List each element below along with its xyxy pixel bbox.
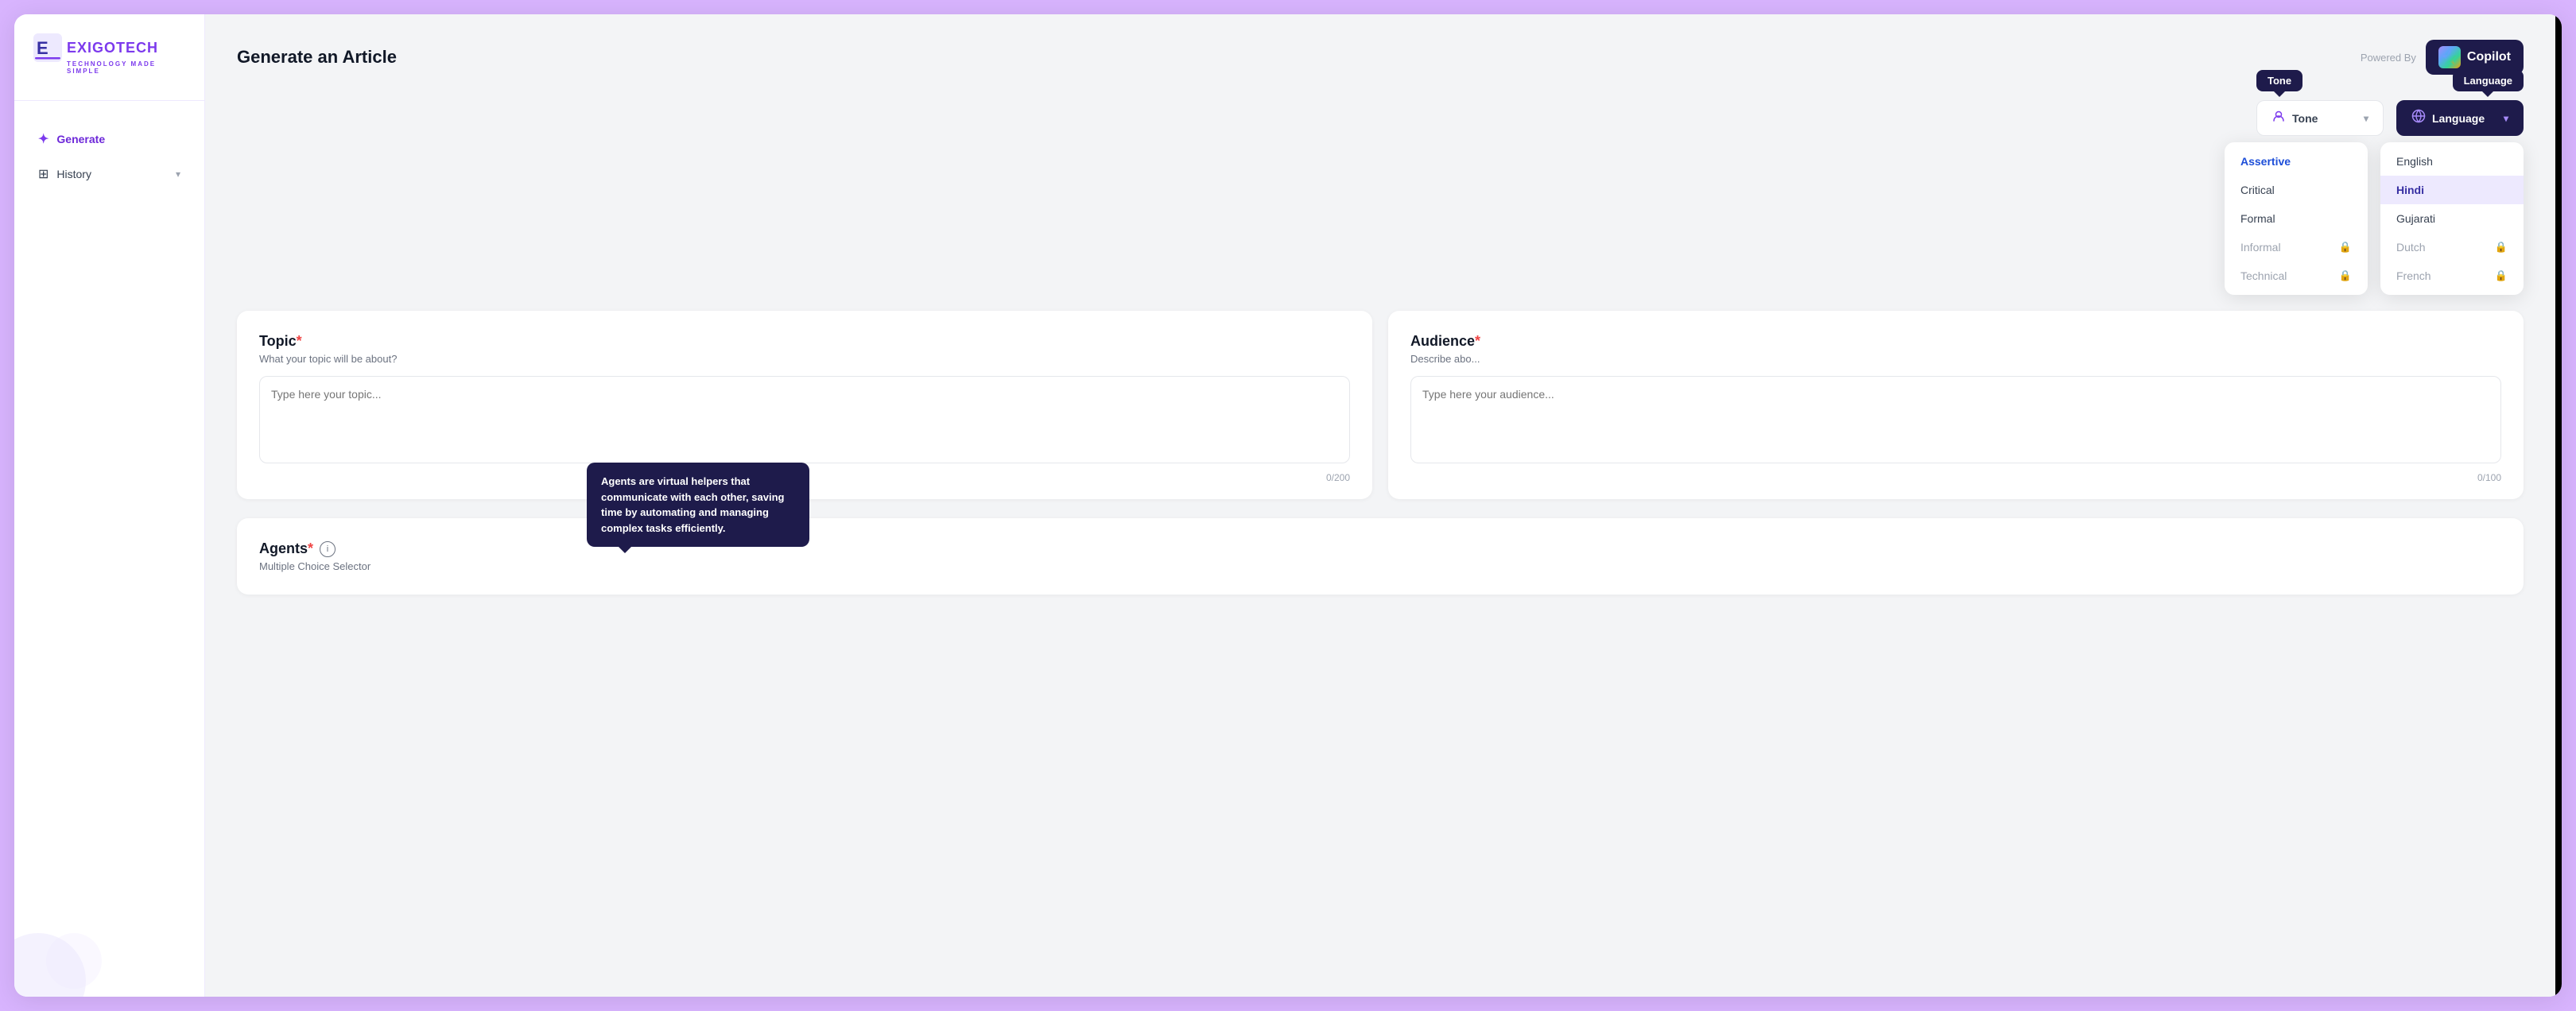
- language-item-gujarati[interactable]: Gujarati: [2380, 204, 2524, 233]
- language-dropdown[interactable]: Language ▾: [2396, 100, 2524, 136]
- copilot-icon: [2438, 46, 2461, 68]
- nav-section: ✦ Generate ⊞ History ▾: [14, 101, 204, 190]
- tone-dropdown[interactable]: Tone ▾: [2256, 100, 2384, 136]
- agents-label: Agents*: [259, 540, 313, 557]
- lock-icon: 🔒: [2495, 269, 2508, 282]
- tone-chevron-icon: ▾: [2364, 113, 2368, 124]
- agents-info-icon[interactable]: i: [320, 541, 336, 557]
- topic-label: Topic*: [259, 333, 1350, 350]
- sidebar-item-generate-label: Generate: [56, 133, 105, 145]
- tone-menu: Assertive Critical Formal Informal 🔒 Tec…: [2225, 142, 2368, 295]
- agents-tooltip: Agents are virtual helpers that communic…: [587, 463, 809, 547]
- logo-icon: E: [33, 33, 62, 62]
- tone-dropdown-label: Tone: [2292, 112, 2318, 125]
- audience-label: Audience*: [1410, 333, 2501, 350]
- agents-sublabel: Multiple Choice Selector: [259, 560, 2501, 572]
- history-icon: ⊞: [38, 166, 48, 182]
- right-bar: [2555, 14, 2562, 997]
- tone-icon: [2271, 109, 2286, 127]
- powered-by-label: Powered By: [2361, 52, 2416, 64]
- tone-tooltip: Tone: [2256, 70, 2302, 91]
- language-item-dutch: Dutch 🔒: [2380, 233, 2524, 261]
- language-menu: English Hindi Gujarati Dutch 🔒 French 🔒: [2380, 142, 2524, 295]
- logo-area: E EXIGOTECH TECHNOLOGY MADE SIMPLE: [14, 33, 204, 101]
- topic-sublabel: What your topic will be about?: [259, 353, 1350, 365]
- language-dropdown-label: Language: [2432, 112, 2485, 125]
- chevron-down-icon: ▾: [176, 168, 180, 180]
- language-item-english[interactable]: English: [2380, 147, 2524, 176]
- agents-section: Agents* i Multiple Choice Selector Agent…: [237, 518, 2524, 595]
- main-content: Generate an Article Powered By: [205, 14, 2555, 997]
- language-item-french: French 🔒: [2380, 261, 2524, 290]
- svg-text:E: E: [37, 38, 48, 58]
- topic-input[interactable]: [259, 376, 1350, 463]
- language-dropdown-area: Language Language ▾: [2396, 100, 2524, 136]
- tone-dropdown-area: Tone Tone ▾: [2256, 100, 2384, 136]
- form-row-topic-audience: Topic* What your topic will be about? 0/…: [237, 311, 2524, 499]
- language-tooltip: Language: [2453, 70, 2524, 91]
- tone-item-technical: Technical 🔒: [2225, 261, 2368, 290]
- logo-subtitle: TECHNOLOGY MADE SIMPLE: [67, 60, 185, 75]
- page-header: Generate an Article Powered By: [237, 40, 2524, 75]
- copilot-label: Copilot: [2467, 50, 2511, 64]
- sidebar: E EXIGOTECH TECHNOLOGY MADE SIMPLE ✦ Gen…: [14, 14, 205, 997]
- sidebar-item-history-label: History: [56, 168, 91, 180]
- audience-card: Audience* Describe abo... 0/100: [1388, 311, 2524, 499]
- tone-item-formal[interactable]: Formal: [2225, 204, 2368, 233]
- lock-icon: 🔒: [2495, 241, 2508, 254]
- tone-item-critical[interactable]: Critical: [2225, 176, 2368, 204]
- audience-sublabel: Describe abo...: [1410, 353, 2501, 365]
- lock-icon: 🔒: [2339, 241, 2352, 254]
- sidebar-item-history[interactable]: ⊞ History ▾: [27, 158, 192, 190]
- audience-char-count: 0/100: [1410, 472, 2501, 483]
- page-title: Generate an Article: [237, 47, 397, 68]
- lock-icon: 🔒: [2339, 269, 2352, 282]
- sidebar-item-generate[interactable]: ✦ Generate: [27, 123, 192, 155]
- language-chevron-icon: ▾: [2504, 113, 2508, 124]
- generate-icon: ✦: [38, 131, 48, 147]
- tone-item-informal: Informal 🔒: [2225, 233, 2368, 261]
- tone-item-assertive[interactable]: Assertive: [2225, 147, 2368, 176]
- logo-text: EXIGOTECH: [67, 40, 158, 56]
- language-item-hindi[interactable]: Hindi: [2380, 176, 2524, 204]
- audience-input[interactable]: [1410, 376, 2501, 463]
- language-icon: [2411, 109, 2426, 127]
- sidebar-decoration: [14, 901, 204, 997]
